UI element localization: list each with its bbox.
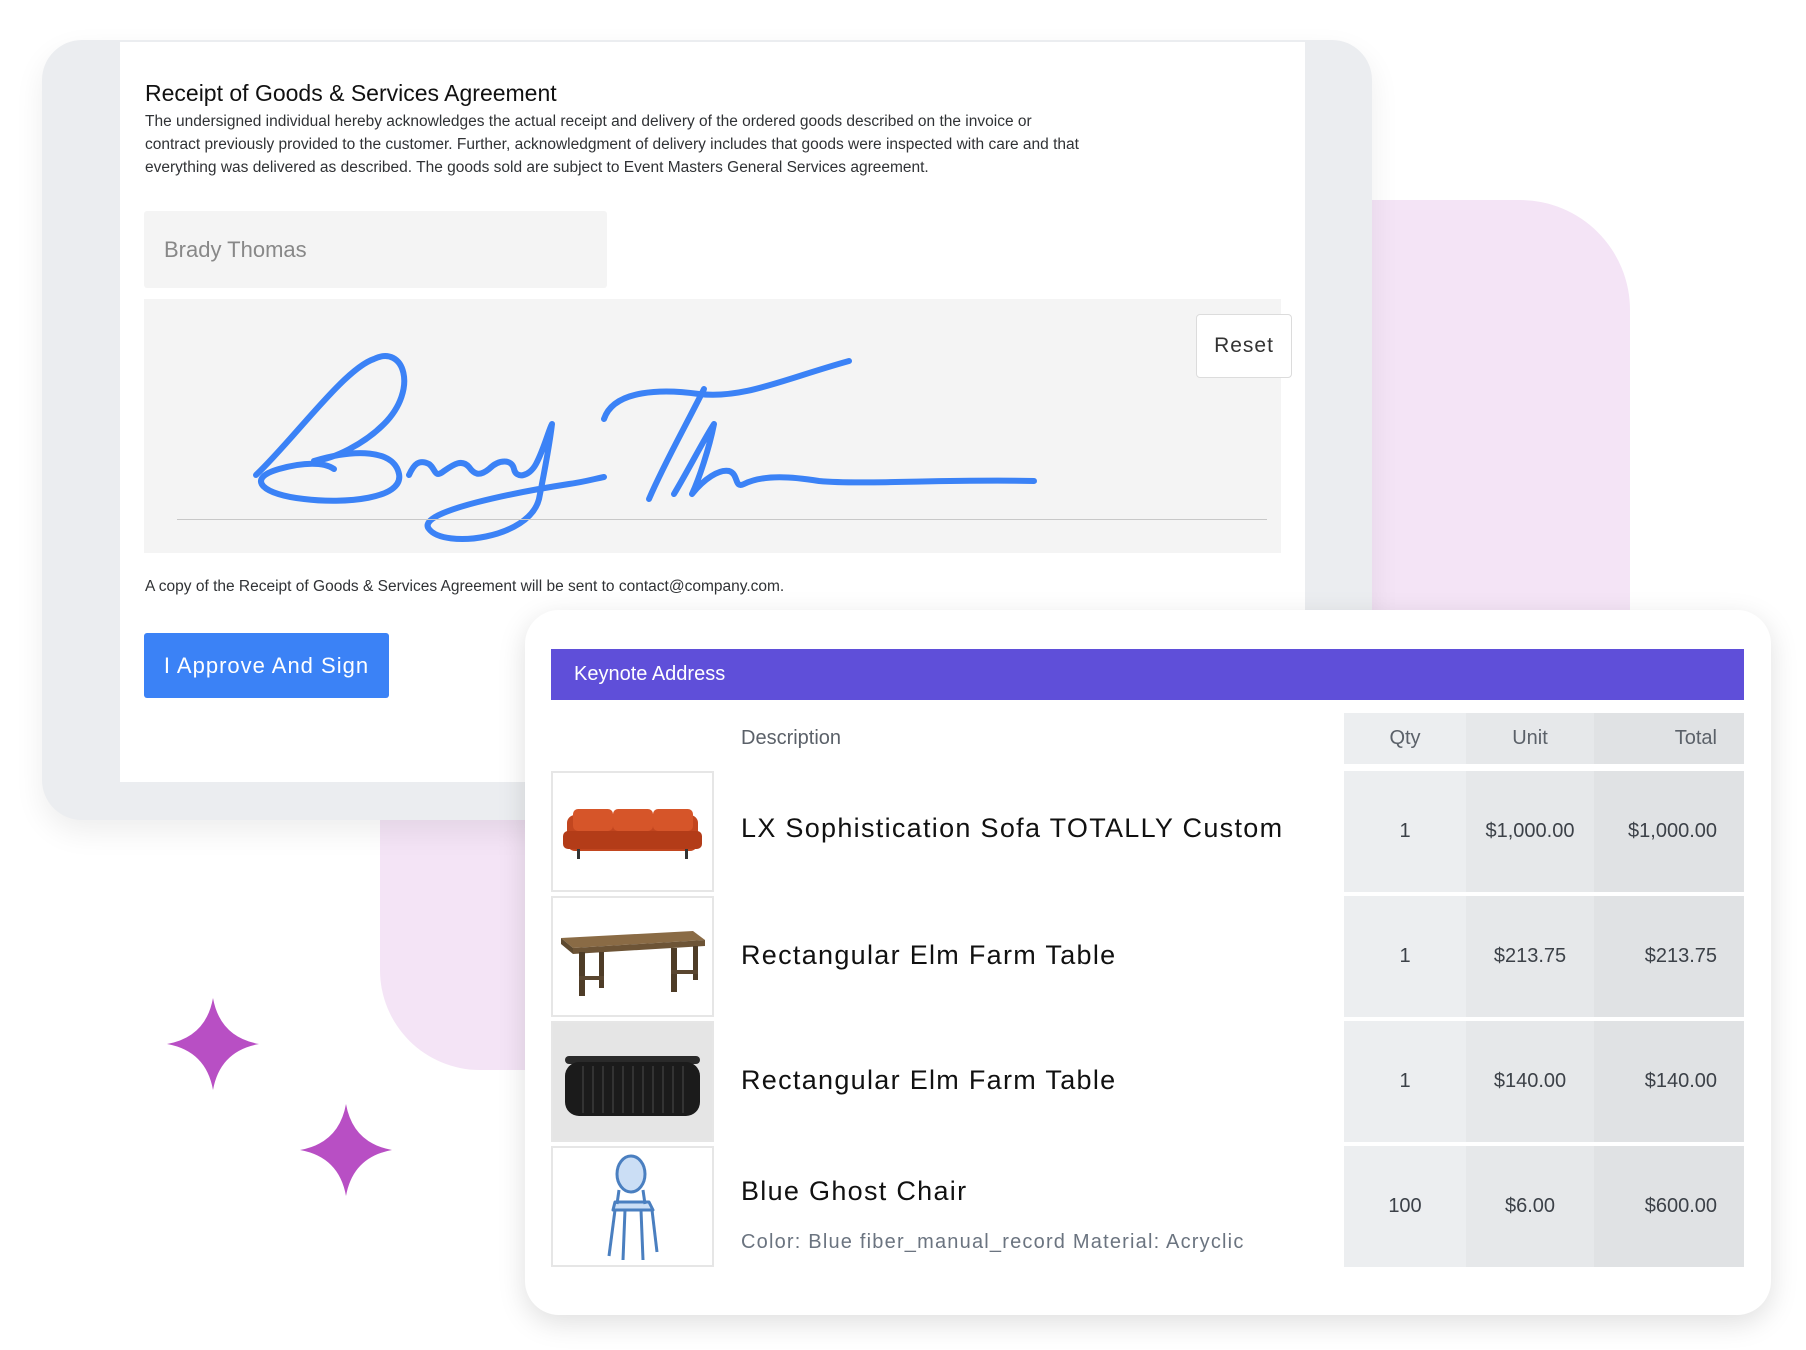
item-total: $213.75 [1594,896,1744,1017]
reset-signature-button[interactable]: Reset [1196,314,1292,378]
item-qty: 1 [1344,1021,1466,1142]
item-qty: 1 [1344,771,1466,892]
copy-notice: A copy of the Receipt of Goods & Service… [145,578,785,595]
sparkle-icon [165,996,261,1092]
table-row: Rectangular Elm Farm Table 1 $140.00 $14… [551,1021,1744,1142]
column-header-qty: Qty [1344,713,1466,764]
sofa-image [551,771,714,892]
sparkle-icon [298,1102,394,1198]
signer-name-input[interactable] [144,211,607,288]
signature-drawing [253,353,1037,542]
decorative-blob-right [1330,200,1630,620]
item-name: Blue Ghost Chair [741,1176,968,1206]
item-name: Rectangular Elm Farm Table [741,940,1117,970]
column-header-total: Total [1594,713,1744,764]
signature-baseline [177,519,1267,520]
item-name: Rectangular Elm Farm Table [741,1065,1117,1095]
order-card: Keynote Address Description Qty Unit Tot… [525,610,1771,1315]
item-total: $140.00 [1594,1021,1744,1142]
event-title-header: Keynote Address [551,649,1744,700]
item-attributes: Color: Blue fiber_manual_record Material… [741,1231,1245,1253]
column-header-description: Description [741,727,842,749]
item-qty: 100 [1344,1146,1466,1267]
item-total: $1,000.00 [1594,771,1744,892]
farm-table-image [551,896,714,1017]
item-unit-price: $213.75 [1466,896,1594,1017]
item-unit-price: $6.00 [1466,1146,1594,1267]
agreement-title: Receipt of Goods & Services Agreement [145,80,557,106]
table-row: Rectangular Elm Farm Table 1 $213.75 $21… [551,896,1744,1017]
item-qty: 1 [1344,896,1466,1017]
approve-and-sign-button[interactable]: I Approve And Sign [144,633,389,698]
signature-pad[interactable]: Reset [144,299,1292,553]
item-total: $600.00 [1594,1146,1744,1267]
table-row: LX Sophistication Sofa TOTALLY Custom 1 … [551,771,1744,892]
column-header-unit: Unit [1466,713,1594,764]
item-unit-price: $140.00 [1466,1021,1594,1142]
black-table-image [551,1021,714,1142]
ghost-chair-image [551,1146,714,1267]
item-name: LX Sophistication Sofa TOTALLY Custom [741,813,1284,843]
table-row: Blue Ghost Chair Color: Blue fiber_manua… [551,1146,1744,1267]
agreement-body-text: The undersigned individual hereby acknow… [145,113,1079,176]
item-unit-price: $1,000.00 [1466,771,1594,892]
